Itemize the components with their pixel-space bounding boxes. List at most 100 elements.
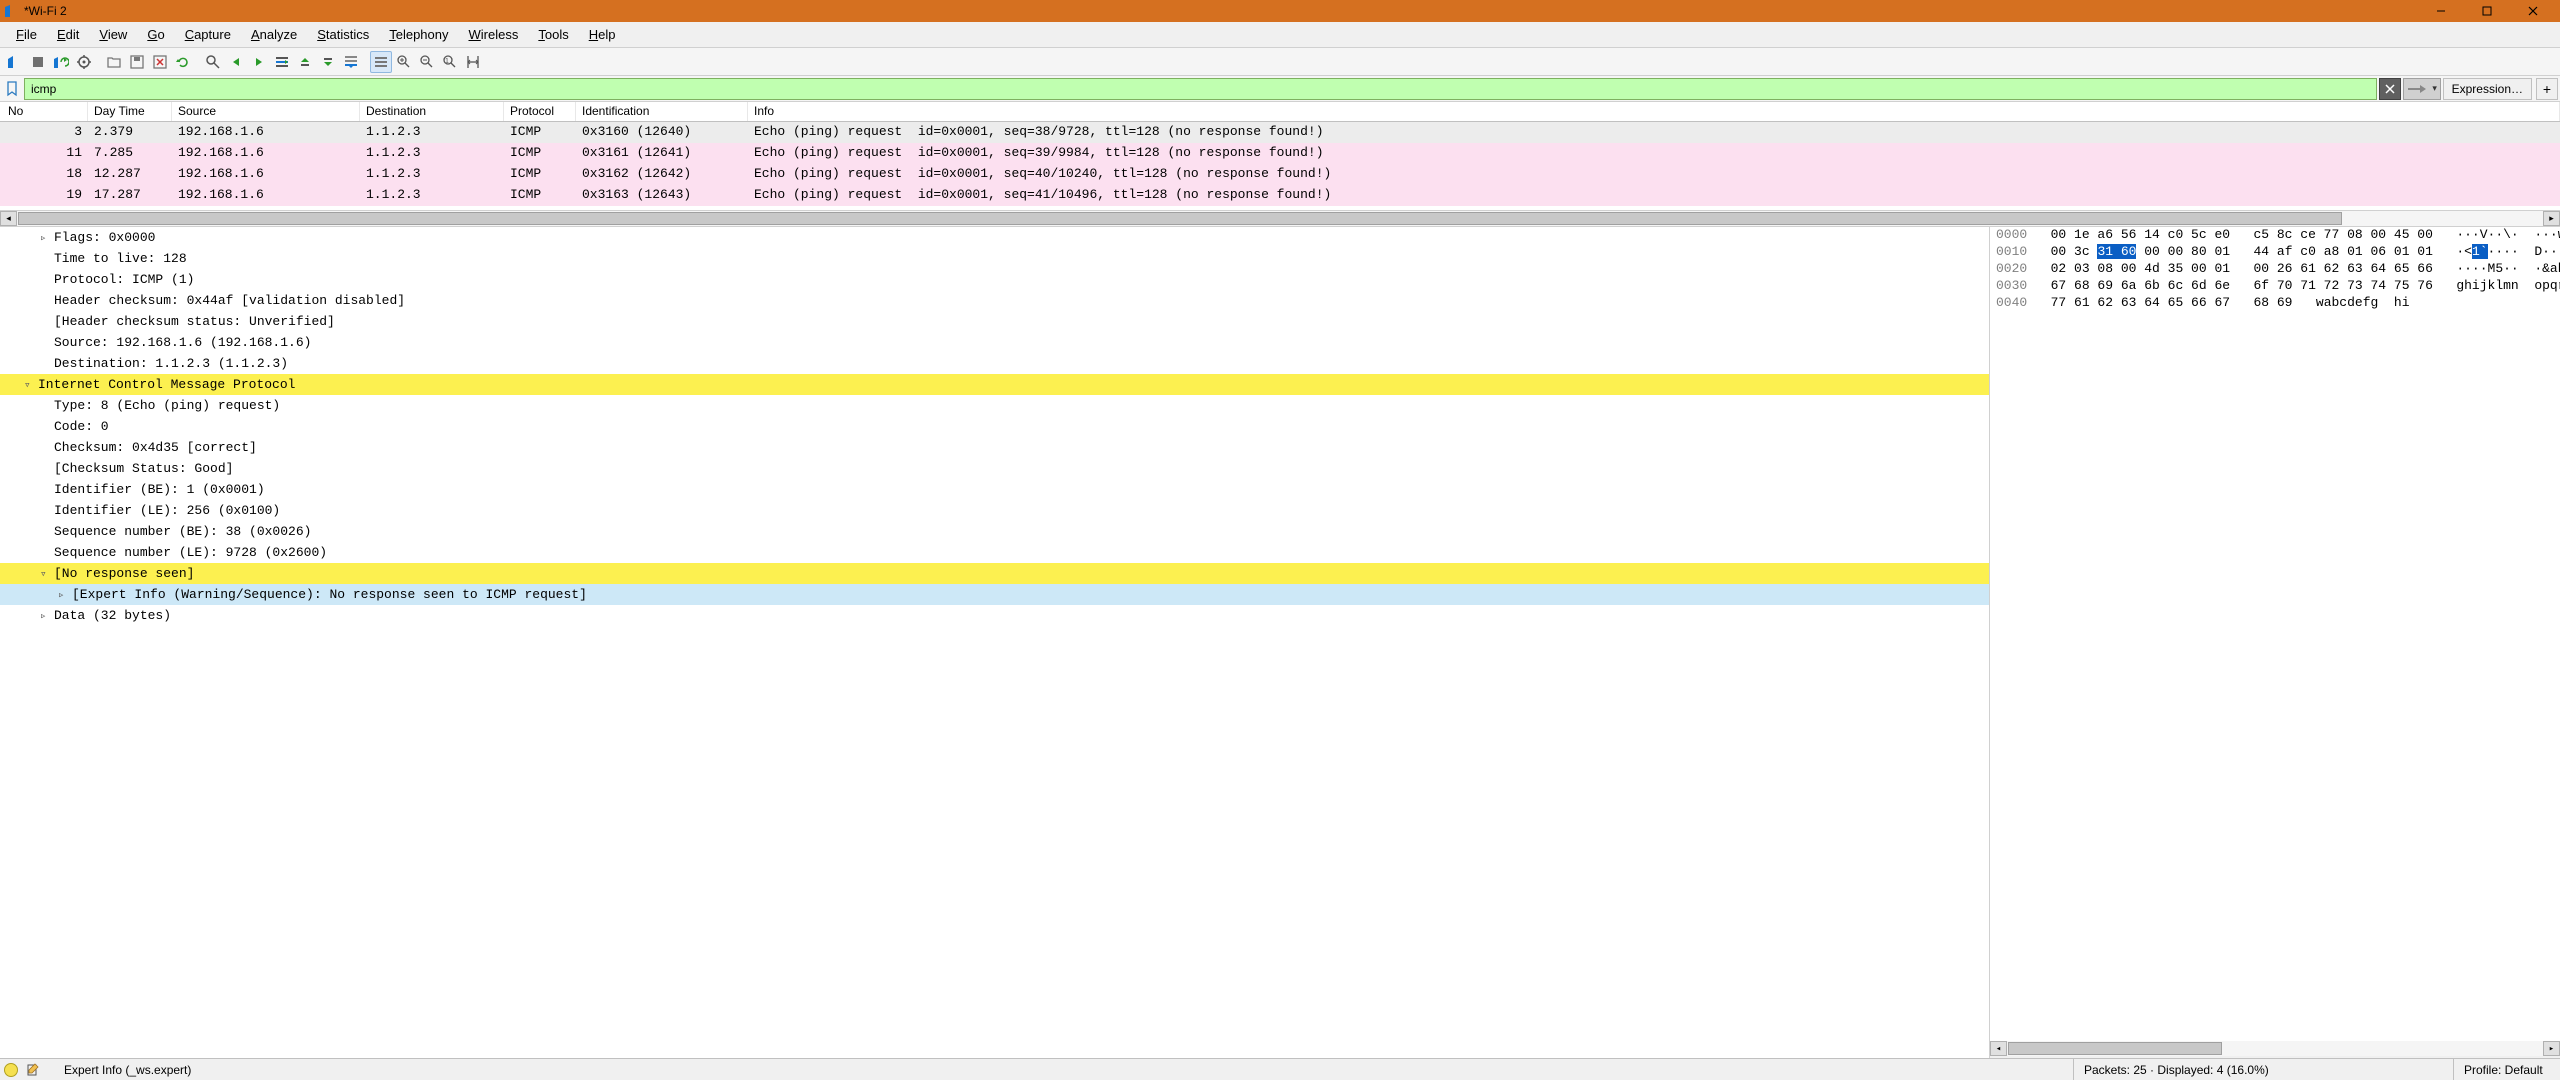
app-fin-icon bbox=[4, 4, 18, 18]
close-button[interactable] bbox=[2510, 0, 2556, 22]
hex-hscroll[interactable]: ◂ ▸ bbox=[1990, 1041, 2560, 1058]
detail-line[interactable]: Time to live: 128 bbox=[0, 248, 1989, 269]
menu-view[interactable]: View bbox=[89, 24, 137, 45]
go-last-icon[interactable] bbox=[317, 51, 339, 73]
packet-row[interactable]: 32.379192.168.1.61.1.2.3ICMP0x3160 (1264… bbox=[0, 122, 2560, 143]
open-file-icon[interactable] bbox=[103, 51, 125, 73]
menu-edit[interactable]: Edit bbox=[47, 24, 89, 45]
save-file-icon[interactable] bbox=[126, 51, 148, 73]
find-packet-icon[interactable] bbox=[202, 51, 224, 73]
hex-row[interactable]: 0030 67 68 69 6a 6b 6c 6d 6e 6f 70 71 72… bbox=[1990, 278, 2560, 295]
main-toolbar: 1 bbox=[0, 48, 2560, 76]
filter-toolbar: ▾ Expression… + bbox=[0, 76, 2560, 102]
packet-list-header: No Day Time Source Destination Protocol … bbox=[0, 102, 2560, 122]
packet-list[interactable]: 32.379192.168.1.61.1.2.3ICMP0x3160 (1264… bbox=[0, 122, 2560, 210]
zoom-out-icon[interactable] bbox=[416, 51, 438, 73]
start-capture-icon[interactable] bbox=[4, 51, 26, 73]
hex-scroll-left-icon[interactable]: ◂ bbox=[1990, 1041, 2007, 1056]
auto-scroll-icon[interactable] bbox=[340, 51, 362, 73]
detail-line[interactable]: Type: 8 (Echo (ping) request) bbox=[0, 395, 1989, 416]
filter-apply-button[interactable]: ▾ bbox=[2403, 78, 2441, 100]
menu-capture[interactable]: Capture bbox=[175, 24, 241, 45]
column-header-info[interactable]: Info bbox=[748, 102, 2560, 121]
column-header-identification[interactable]: Identification bbox=[576, 102, 748, 121]
detail-line[interactable]: Checksum: 0x4d35 [correct] bbox=[0, 437, 1989, 458]
menu-analyze[interactable]: Analyze bbox=[241, 24, 307, 45]
expert-status-icon[interactable] bbox=[4, 1063, 18, 1077]
minimize-button[interactable] bbox=[2418, 0, 2464, 22]
packet-details-pane[interactable]: Flags: 0x0000Time to live: 128Protocol: … bbox=[0, 227, 1990, 1058]
detail-line[interactable]: Protocol: ICMP (1) bbox=[0, 269, 1989, 290]
colorize-icon[interactable] bbox=[370, 51, 392, 73]
packet-list-hscroll[interactable]: ◂ ▸ bbox=[0, 210, 2560, 227]
hex-row[interactable]: 0010 00 3c 31 60 00 00 80 01 44 af c0 a8… bbox=[1990, 244, 2560, 261]
packet-row[interactable]: 1812.287192.168.1.61.1.2.3ICMP0x3162 (12… bbox=[0, 164, 2560, 185]
hex-scroll-right-icon[interactable]: ▸ bbox=[2543, 1041, 2560, 1056]
menu-wireless[interactable]: Wireless bbox=[459, 24, 529, 45]
status-bar: Expert Info (_ws.expert) Packets: 25 · D… bbox=[0, 1058, 2560, 1080]
detail-line[interactable]: [Header checksum status: Unverified] bbox=[0, 311, 1989, 332]
scroll-left-icon[interactable]: ◂ bbox=[0, 211, 17, 226]
detail-line[interactable]: Flags: 0x0000 bbox=[0, 227, 1989, 248]
go-to-packet-icon[interactable] bbox=[271, 51, 293, 73]
column-header-source[interactable]: Source bbox=[172, 102, 360, 121]
column-header-destination[interactable]: Destination bbox=[360, 102, 504, 121]
status-profile[interactable]: Profile: Default bbox=[2454, 1059, 2560, 1080]
menu-statistics[interactable]: Statistics bbox=[307, 24, 379, 45]
display-filter-input[interactable] bbox=[24, 78, 2377, 100]
packet-row[interactable]: 1917.287192.168.1.61.1.2.3ICMP0x3163 (12… bbox=[0, 185, 2560, 206]
scroll-right-icon[interactable]: ▸ bbox=[2543, 211, 2560, 226]
packet-bytes-pane[interactable]: 0000 00 1e a6 56 14 c0 5c e0 c5 8c ce 77… bbox=[1990, 227, 2560, 1058]
menu-file[interactable]: File bbox=[6, 24, 47, 45]
window-title: *Wi-Fi 2 bbox=[24, 4, 2418, 18]
window-titlebar: *Wi-Fi 2 bbox=[0, 0, 2560, 22]
lower-panes: Flags: 0x0000Time to live: 128Protocol: … bbox=[0, 227, 2560, 1058]
detail-line[interactable]: Sequence number (LE): 9728 (0x2600) bbox=[0, 542, 1989, 563]
menu-telephony[interactable]: Telephony bbox=[379, 24, 458, 45]
resize-columns-icon[interactable] bbox=[462, 51, 484, 73]
capture-options-icon[interactable] bbox=[73, 51, 95, 73]
detail-line[interactable]: Data (32 bytes) bbox=[0, 605, 1989, 626]
close-file-icon[interactable] bbox=[149, 51, 171, 73]
detail-line[interactable]: Identifier (BE): 1 (0x0001) bbox=[0, 479, 1989, 500]
status-expert-info: Expert Info (_ws.expert) bbox=[54, 1059, 2074, 1080]
edit-capture-comment-icon[interactable] bbox=[24, 1061, 42, 1079]
detail-line[interactable]: [Expert Info (Warning/Sequence): No resp… bbox=[0, 584, 1989, 605]
maximize-button[interactable] bbox=[2464, 0, 2510, 22]
column-header-protocol[interactable]: Protocol bbox=[504, 102, 576, 121]
go-back-icon[interactable] bbox=[225, 51, 247, 73]
detail-line[interactable]: Header checksum: 0x44af [validation disa… bbox=[0, 290, 1989, 311]
hex-row[interactable]: 0020 02 03 08 00 4d 35 00 01 00 26 61 62… bbox=[1990, 261, 2560, 278]
detail-line[interactable]: Source: 192.168.1.6 (192.168.1.6) bbox=[0, 332, 1989, 353]
detail-line[interactable]: [Checksum Status: Good] bbox=[0, 458, 1989, 479]
hex-row[interactable]: 0040 77 61 62 63 64 65 66 67 68 69 wabcd… bbox=[1990, 295, 2560, 312]
menubar: FileEditViewGoCaptureAnalyzeStatisticsTe… bbox=[0, 22, 2560, 48]
column-header-daytime[interactable]: Day Time bbox=[88, 102, 172, 121]
svg-text:1: 1 bbox=[445, 58, 449, 65]
scroll-track[interactable] bbox=[17, 211, 2543, 226]
column-header-no[interactable]: No bbox=[0, 102, 88, 121]
status-packets: Packets: 25 · Displayed: 4 (16.0%) bbox=[2074, 1059, 2454, 1080]
menu-tools[interactable]: Tools bbox=[528, 24, 578, 45]
detail-line[interactable]: Destination: 1.1.2.3 (1.1.2.3) bbox=[0, 353, 1989, 374]
go-forward-icon[interactable] bbox=[248, 51, 270, 73]
restart-capture-icon[interactable] bbox=[50, 51, 72, 73]
expression-button[interactable]: Expression… bbox=[2443, 78, 2532, 100]
packet-row[interactable]: 117.285192.168.1.61.1.2.3ICMP0x3161 (126… bbox=[0, 143, 2560, 164]
zoom-reset-icon[interactable]: 1 bbox=[439, 51, 461, 73]
detail-line[interactable]: Code: 0 bbox=[0, 416, 1989, 437]
detail-line[interactable]: Sequence number (BE): 38 (0x0026) bbox=[0, 521, 1989, 542]
reload-icon[interactable] bbox=[172, 51, 194, 73]
detail-line[interactable]: [No response seen] bbox=[0, 563, 1989, 584]
go-first-icon[interactable] bbox=[294, 51, 316, 73]
detail-line[interactable]: Internet Control Message Protocol bbox=[0, 374, 1989, 395]
menu-go[interactable]: Go bbox=[137, 24, 174, 45]
zoom-in-icon[interactable] bbox=[393, 51, 415, 73]
detail-line[interactable]: Identifier (LE): 256 (0x0100) bbox=[0, 500, 1989, 521]
hex-row[interactable]: 0000 00 1e a6 56 14 c0 5c e0 c5 8c ce 77… bbox=[1990, 227, 2560, 244]
stop-capture-icon[interactable] bbox=[27, 51, 49, 73]
filter-clear-button[interactable] bbox=[2379, 78, 2401, 100]
filter-add-button[interactable]: + bbox=[2536, 78, 2558, 100]
filter-bookmark-icon[interactable] bbox=[2, 79, 22, 99]
menu-help[interactable]: Help bbox=[579, 24, 626, 45]
